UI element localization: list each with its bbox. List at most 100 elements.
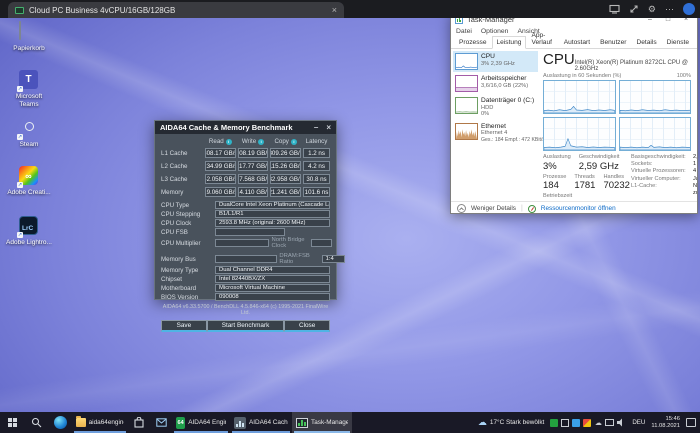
ethernet-mini-graph [455,122,478,140]
sidebar-item-title: Arbeitsspeicher [481,75,527,82]
start-benchmark-button[interactable]: Start Benchmark [206,320,285,332]
value-box: 101.6 ns [303,187,330,197]
tab-benutzer[interactable]: Benutzer [595,36,631,49]
aida64-tray-icon[interactable] [550,418,559,427]
info-icon[interactable]: i [225,138,232,145]
fullscreen-icon[interactable] [629,4,639,14]
close-icon[interactable]: × [326,123,331,132]
task-manager-menu-bar: Datei Optionen Ansicht [451,26,697,36]
sidebar-item-disk[interactable]: Datenträger 0 (C:) HDD 0% [453,95,538,120]
sidebar-item-memory[interactable]: Arbeitsspeicher 3,6/16,0 GB (22%) [453,73,538,94]
row-label: CPU FSB [161,228,188,236]
taskbar-store-button[interactable] [128,412,150,433]
system-tray: ☁ [550,418,626,427]
footer-separator: | [521,205,523,212]
value-box-empty [215,228,285,236]
tab-close-icon[interactable]: × [332,5,337,15]
tab-dienste[interactable]: Dienste [662,36,694,49]
settings-gear-icon[interactable]: ⚙ [648,4,656,14]
info-row-chipset: Chipset Intel 82440BX/ZX [161,275,330,283]
info-row-cpu-clock: CPU Clock 2593.8 MHz (original: 2600 MHz… [161,219,330,227]
l1-cache-label: L1-Cache: [631,182,657,189]
sidebar-item-ethernet[interactable]: Ethernet Ethernet 4 Ges.: 184 Empf.: 472… [453,121,545,146]
value-box: DualCore Intel Xeon Platinum (Cascade La… [215,201,330,209]
bench-row-l2: L2 Cache 234.99 GB/s 117.77 GB/s 115.26 … [161,161,330,171]
shortcut-arrow-icon: ↗ [17,182,23,188]
more-options-icon[interactable]: ⋯ [665,4,674,14]
desktop-icon-creative-cloud[interactable]: ∞ ↗ Adobe Creati... [6,166,52,197]
tab-prozesse[interactable]: Prozesse [454,36,492,49]
task-manager-window: Task-Manager – □ × Datei Optionen Ansich… [450,12,698,214]
taskbar-aida64-engineer-button[interactable]: 64 AIDA64 Engineer [172,412,230,433]
taskbar-clock[interactable]: 15:46 11.08.2021 [651,416,680,429]
onedrive-icon[interactable]: ☁ [594,419,602,427]
desktop-icon-lightroom[interactable]: LrC ↗ Adobe Lightro... [6,216,52,247]
account-avatar[interactable] [683,3,695,15]
desktop-icon-label: Papierkorb [13,45,45,52]
virtual-processors-value: 4 [693,168,697,175]
info-row-motherboard: Motherboard Microsoft Virtual Machine [161,284,330,292]
desktop-icon-label: Adobe Creati... [7,189,51,196]
taskbar-button-label: Task-Manager [311,419,348,426]
threads-value: 1781 [574,180,596,191]
taskbar-task-manager-button[interactable]: Task-Manager [292,412,352,433]
taskbar-mail-button[interactable] [150,412,172,433]
tab-autostart[interactable]: Autostart [559,36,595,49]
close-button[interactable]: Close [284,320,330,332]
start-button[interactable] [0,412,24,433]
minimize-icon[interactable]: – [314,123,318,132]
clock-date: 11.08.2021 [651,422,680,429]
open-resource-monitor-link[interactable]: Ressourcenmonitor öffnen [541,205,616,212]
info-icon[interactable]: i [290,138,297,145]
uptime-value: 0:00:14:46 [543,200,588,202]
volume-icon[interactable] [617,418,626,427]
network-display-icon[interactable] [605,419,615,426]
keyboard-language-indicator[interactable]: DEU [632,419,645,426]
menu-optionen[interactable]: Optionen [481,28,509,35]
info-row-memory-type: Memory Type Dual Channel DDR4 [161,266,330,274]
menu-datei[interactable]: Datei [456,28,472,35]
row-label: BIOS Version [161,293,199,301]
row-label: Motherboard [161,284,197,292]
tray-app-icon[interactable] [572,418,581,427]
info-icon[interactable]: i [258,138,265,145]
sidebar-item-title: Datenträger 0 (C:) [481,97,535,104]
send-to-device-icon[interactable] [609,4,620,14]
weather-text: 17°C Stark bewölkt [489,419,545,426]
shortcut-arrow-icon: ↗ [17,232,23,238]
row-label: L3 Cache [161,175,188,183]
handles-value: 70232 [603,180,630,191]
aida64-title-bar[interactable]: AIDA64 Cache & Memory Benchmark – × [155,121,336,134]
tab-details[interactable]: Details [631,36,661,49]
cpu-core-graph-1 [543,80,616,114]
desktop-icon-teams[interactable]: T ↗ Microsoft Teams [6,70,52,108]
bench-row-memory: Memory 19.060 GB/s 14.110 GB/s 21.241 GB… [161,187,330,197]
cpu-core-graph-3 [543,117,616,151]
tab-leistung[interactable]: Leistung [491,36,527,49]
taskbar-weather-widget[interactable]: ☁ 17°C Stark bewölkt [478,418,544,427]
desktop-icon-steam[interactable]: ↗ Steam [6,118,52,149]
shortcut-arrow-icon: ↗ [17,134,23,140]
speed-value: 2,59 GHz [578,160,619,172]
benchmark-header-row: Read i Write i Copy i Latency [161,138,330,145]
browser-tab[interactable]: Cloud PC Business 4vCPU/16GB/128GB × [8,2,344,18]
taskbar-aida64-cache-button[interactable]: AIDA64 Cache & M... [230,412,292,433]
l1-cache-value: Nicht zutreffend [693,182,697,197]
info-row-cpu-multiplier: CPU Multiplier North Bridge Clock [161,237,333,249]
taskbar-explorer-button[interactable]: aida64engineer [72,412,128,433]
aida64-version-footer: AIDA64 v6.33.5700 / BenchDLL 4.5.846-x64… [162,304,329,316]
desktop-icon-recycle-bin[interactable]: Papierkorb [6,21,52,53]
desktop-icon-label: Steam [19,141,39,148]
taskbar-edge-button[interactable] [48,412,72,433]
taskbar-search-button[interactable] [24,412,48,433]
sidebar-item-cpu[interactable]: CPU 3% 2,39 GHz [453,51,538,72]
tab-app-verlauf[interactable]: App-Verlauf [526,29,558,49]
action-center-icon[interactable] [686,418,696,427]
tray-app-icon[interactable] [583,418,592,427]
tray-app-icon[interactable] [561,418,570,427]
save-button[interactable]: Save [161,320,207,332]
taskbar-button-label: AIDA64 Cache & M... [249,419,288,426]
less-details-button[interactable]: Weniger Details [471,205,516,212]
utilization-label: Auslastung [543,154,571,160]
cpu-panel-heading: CPU [543,51,575,68]
